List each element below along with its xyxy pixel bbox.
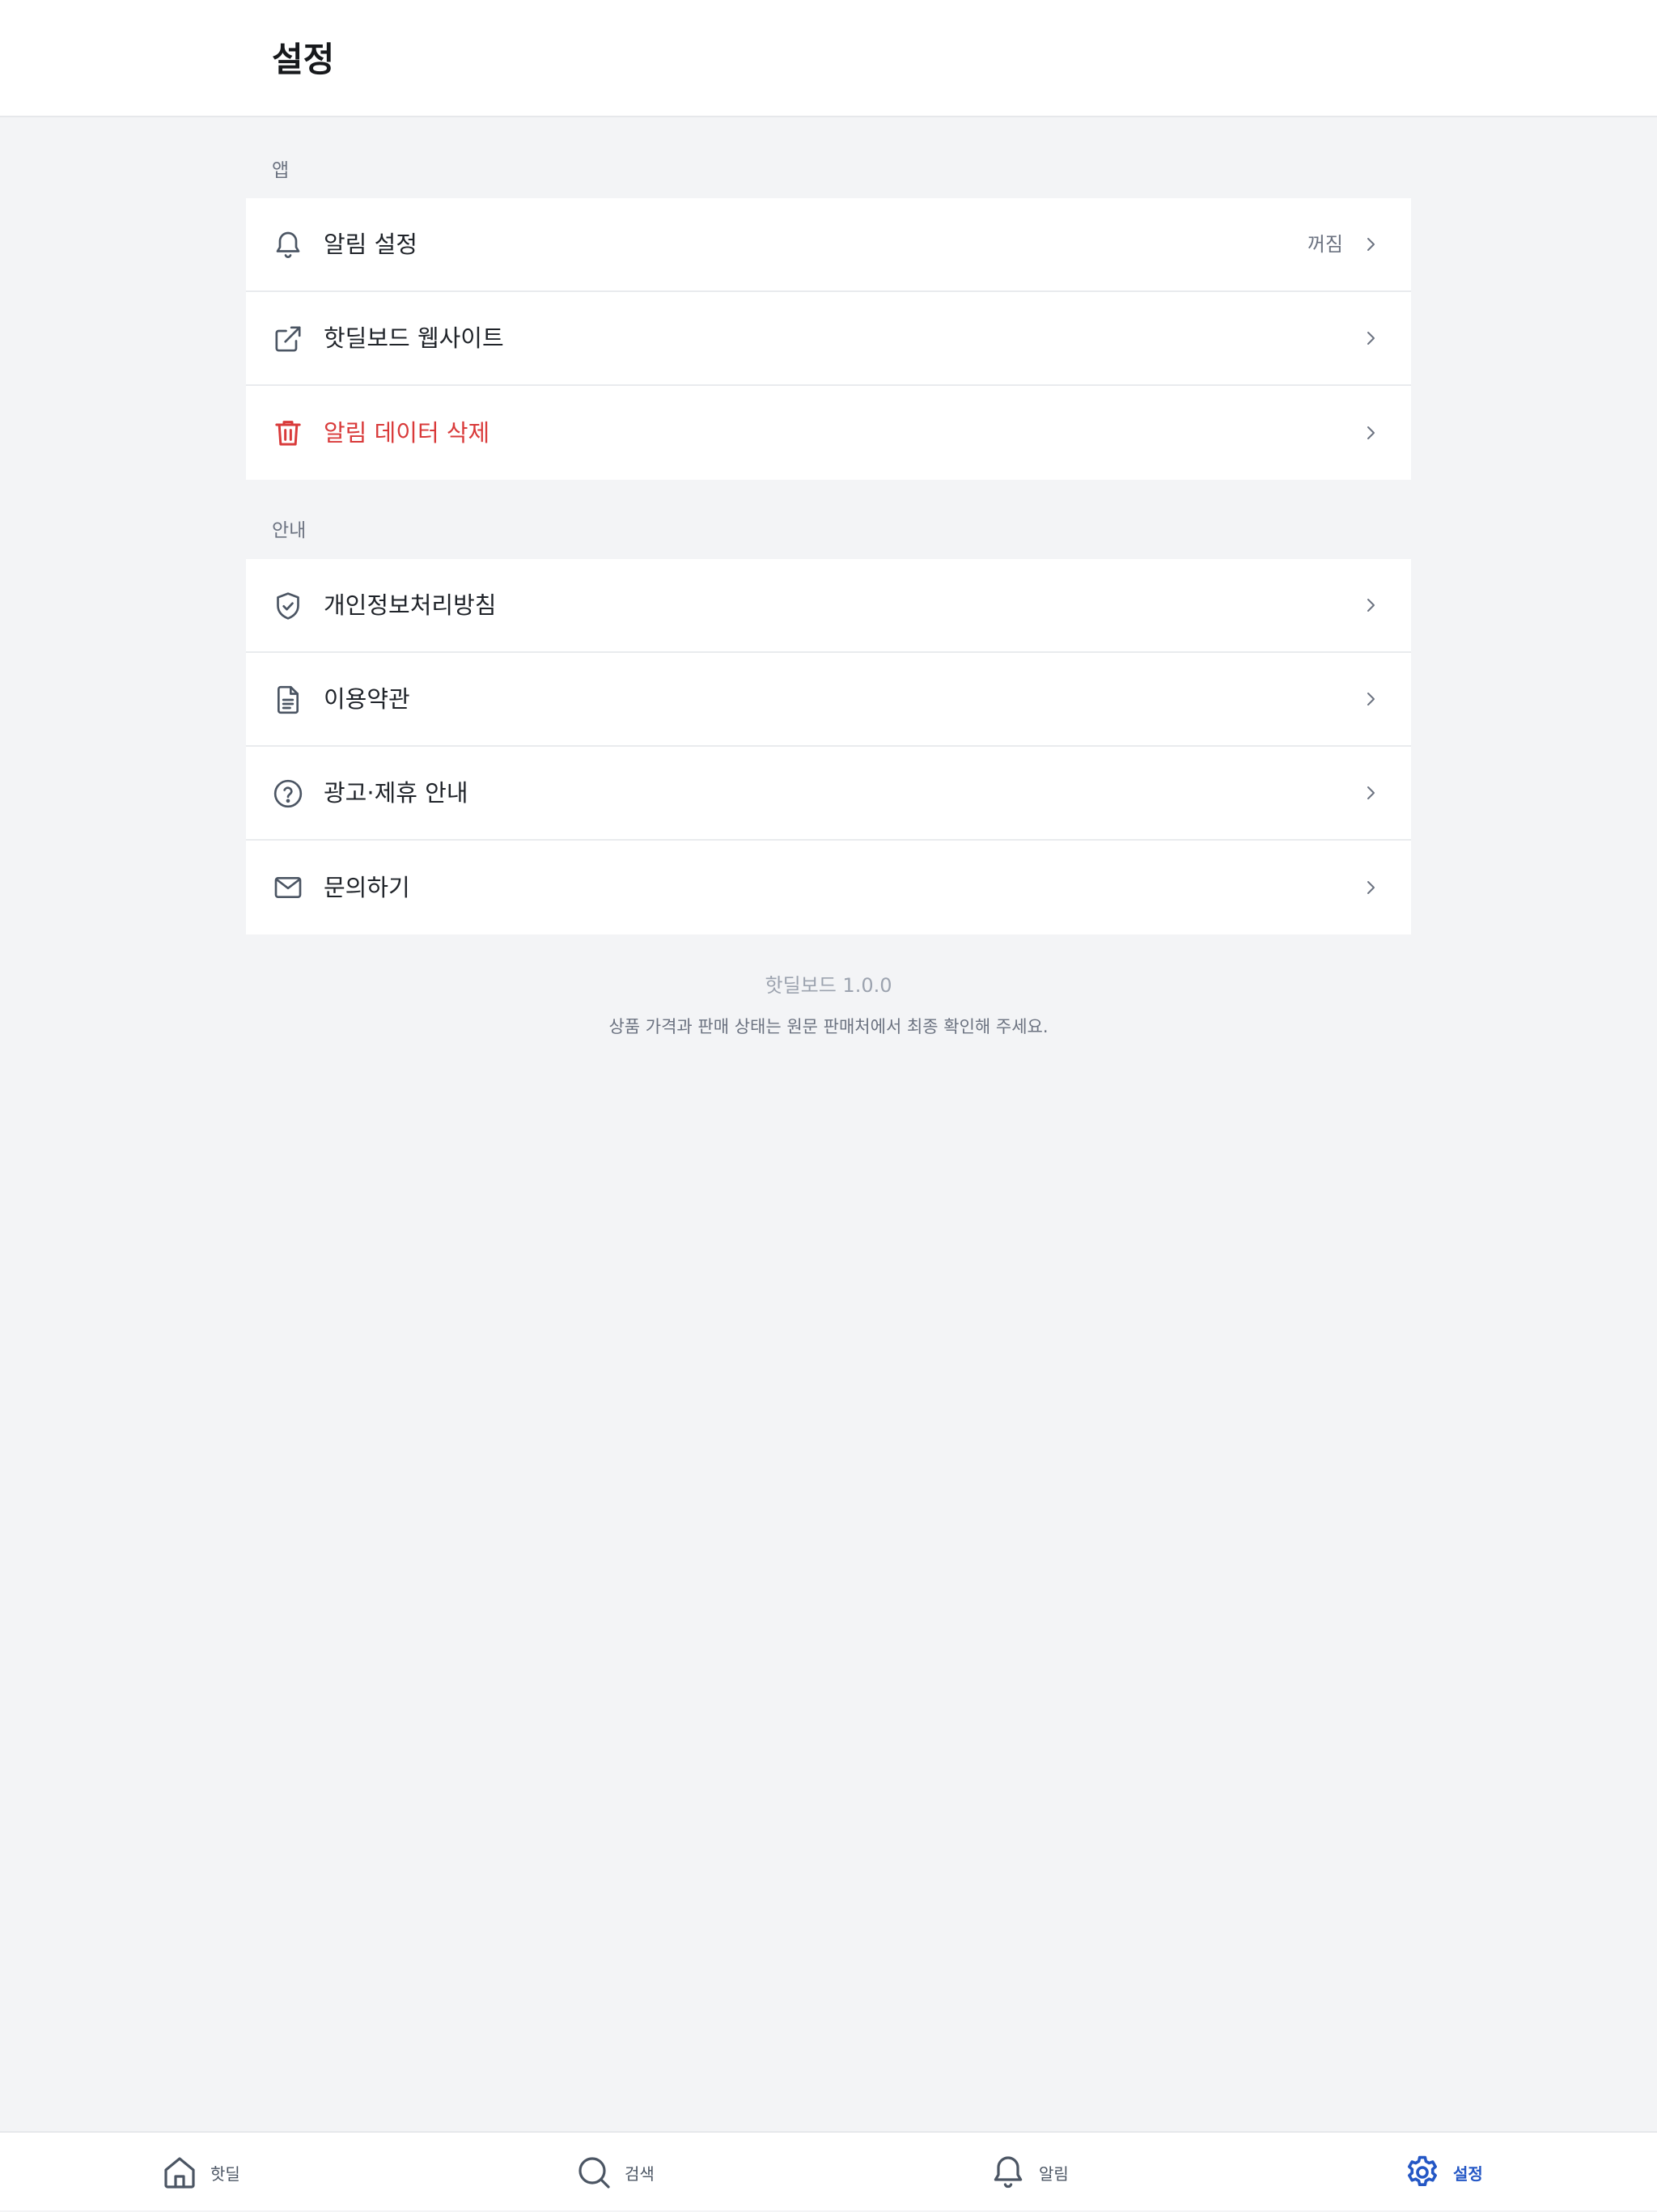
bell-icon <box>994 2156 1023 2189</box>
tab-settings[interactable]: 설정 <box>1403 2133 1483 2212</box>
tab-label: 알림 <box>1039 2163 1069 2184</box>
chevron-right-icon <box>1367 599 1375 612</box>
settings-group-app: 알림 설정 꺼짐 핫딜보드 웹사이트 알림 데이터 삭제 <box>246 198 1411 480</box>
setting-row-label: 문의하기 <box>324 874 410 901</box>
setting-row-label: 개인정보처리방침 <box>324 591 497 619</box>
mail-icon <box>272 871 304 904</box>
home-icon <box>164 2157 195 2189</box>
gear-icon <box>1408 2155 1437 2186</box>
search-icon <box>578 2157 610 2189</box>
setting-row-label: 핫딜보드 웹사이트 <box>324 324 504 352</box>
chevron-right-icon <box>1367 238 1375 251</box>
tab-label: 설정 <box>1453 2163 1483 2184</box>
setting-row-terms[interactable]: 이용약관 <box>246 653 1411 747</box>
trash-icon <box>272 417 304 449</box>
external-link-icon <box>272 323 304 355</box>
chevron-right-icon <box>1367 693 1375 706</box>
section-label-info: 안내 <box>272 520 307 541</box>
setting-row-label: 알림 설정 <box>324 231 417 258</box>
bell-icon <box>272 229 304 261</box>
setting-row-ads-partnership[interactable]: 광고·제휴 안내 <box>246 747 1411 841</box>
shield-check-icon <box>272 590 304 622</box>
question-circle-icon <box>272 778 304 810</box>
chevron-right-icon <box>1367 332 1375 345</box>
chevron-right-icon <box>1367 426 1375 439</box>
top-header: 설정 <box>0 0 1657 117</box>
setting-row-label: 이용약관 <box>324 685 410 713</box>
app-version: 핫딜보드 1.0.0 <box>765 974 892 997</box>
tab-search[interactable]: 검색 <box>574 2133 655 2212</box>
setting-row-label: 광고·제휴 안내 <box>324 779 468 807</box>
document-icon <box>272 684 304 716</box>
settings-group-info: 개인정보처리방침 이용약관 광고·제휴 안내 문의하기 <box>246 559 1411 934</box>
setting-row-website[interactable]: 핫딜보드 웹사이트 <box>246 292 1411 386</box>
chevron-right-icon <box>1367 786 1375 799</box>
setting-row-delete-notification-data[interactable]: 알림 데이터 삭제 <box>246 386 1411 480</box>
tab-hotdeal[interactable]: 핫딜 <box>160 2133 240 2212</box>
tab-label: 핫딜 <box>210 2163 240 2184</box>
setting-row-privacy-policy[interactable]: 개인정보처리방침 <box>246 559 1411 653</box>
setting-row-contact[interactable]: 문의하기 <box>246 841 1411 934</box>
setting-row-notifications[interactable]: 알림 설정 꺼짐 <box>246 198 1411 292</box>
tab-label: 검색 <box>625 2163 655 2184</box>
page-title: 설정 <box>272 40 335 79</box>
section-label-app: 앱 <box>272 160 290 181</box>
bottom-tab-bar: 핫딜 검색 알림 설정 <box>0 2131 1657 2210</box>
price-disclaimer: 상품 가격과 판매 상태는 원문 판매처에서 최종 확인해 주세요. <box>608 1017 1049 1036</box>
notification-status-value: 꺼짐 <box>1307 233 1343 256</box>
tab-notifications[interactable]: 알림 <box>989 2133 1069 2212</box>
setting-row-label: 알림 데이터 삭제 <box>324 419 490 447</box>
chevron-right-icon <box>1367 881 1375 894</box>
